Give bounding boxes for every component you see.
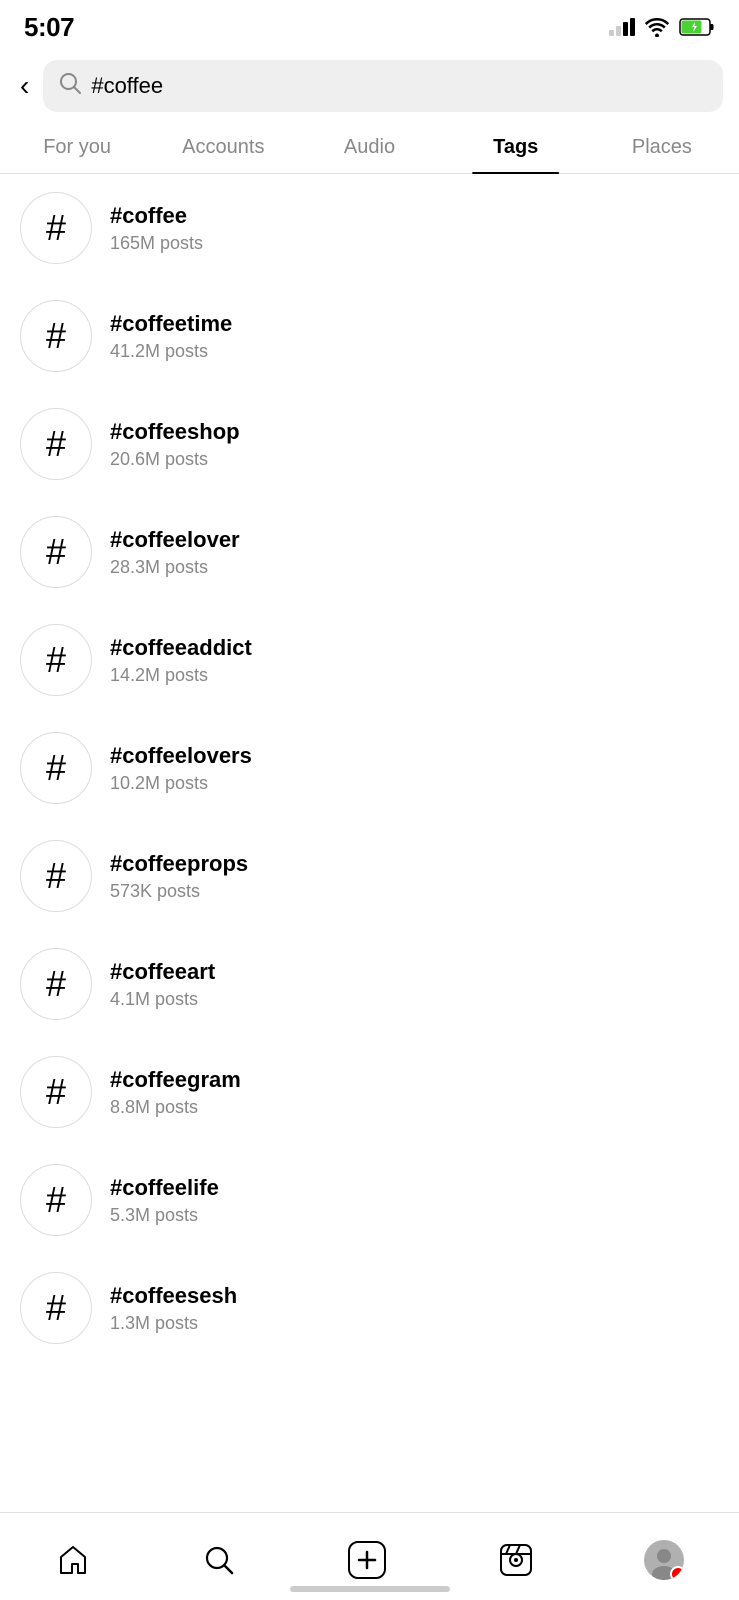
hashtag-avatar-7: # [20,948,92,1020]
back-button[interactable]: ‹ [16,68,33,104]
search-input-value: #coffee [91,73,163,99]
hash-icon: # [46,207,66,249]
hashtag-info-0: #coffee 165M posts [110,203,203,254]
nav-reels[interactable] [498,1542,534,1578]
hashtag-posts: 573K posts [110,881,248,902]
tab-audio[interactable]: Audio [296,122,442,173]
home-indicator [290,1586,450,1592]
hashtag-info-10: #coffeesesh 1.3M posts [110,1283,237,1334]
hashtag-item[interactable]: # #coffeesesh 1.3M posts [0,1254,739,1362]
tab-accounts[interactable]: Accounts [150,122,296,173]
hashtag-name: #coffee [110,203,203,229]
hashtag-info-4: #coffeeaddict 14.2M posts [110,635,252,686]
hashtag-name: #coffeeart [110,959,215,985]
hash-icon: # [46,747,66,789]
hashtag-posts: 14.2M posts [110,665,252,686]
tabs-bar: For you Accounts Audio Tags Places [0,122,739,174]
hashtag-avatar-0: # [20,192,92,264]
hashtag-item[interactable]: # #coffeeaddict 14.2M posts [0,606,739,714]
hashtag-info-6: #coffeeprops 573K posts [110,851,248,902]
hashtag-posts: 5.3M posts [110,1205,219,1226]
hashtag-item[interactable]: # #coffeelife 5.3M posts [0,1146,739,1254]
hashtag-posts: 4.1M posts [110,989,215,1010]
hashtag-item[interactable]: # #coffeetime 41.2M posts [0,282,739,390]
hashtag-item[interactable]: # #coffeeart 4.1M posts [0,930,739,1038]
hashtag-posts: 41.2M posts [110,341,232,362]
hashtag-avatar-8: # [20,1056,92,1128]
hash-icon: # [46,1179,66,1221]
hashtag-posts: 165M posts [110,233,203,254]
hashtag-name: #coffeelover [110,527,240,553]
hash-icon: # [46,531,66,573]
hash-icon: # [46,315,66,357]
hashtag-posts: 20.6M posts [110,449,240,470]
hashtag-item[interactable]: # #coffeeshop 20.6M posts [0,390,739,498]
hashtag-name: #coffeeprops [110,851,248,877]
search-header: ‹ #coffee [0,50,739,122]
hashtag-avatar-3: # [20,516,92,588]
hashtag-avatar-2: # [20,408,92,480]
hashtag-item[interactable]: # #coffeeprops 573K posts [0,822,739,930]
nav-profile[interactable] [644,1540,684,1580]
hash-icon: # [46,423,66,465]
hash-icon: # [46,1287,66,1329]
hashtag-name: #coffeeaddict [110,635,252,661]
profile-avatar [644,1540,684,1580]
hashtag-info-5: #coffeelovers 10.2M posts [110,743,252,794]
hashtag-posts: 1.3M posts [110,1313,237,1334]
hashtag-name: #coffeegram [110,1067,241,1093]
hashtag-avatar-10: # [20,1272,92,1344]
hashtag-info-3: #coffeelover 28.3M posts [110,527,240,578]
nav-home[interactable] [55,1542,91,1578]
hashtag-item[interactable]: # #coffeelover 28.3M posts [0,498,739,606]
tab-places[interactable]: Places [589,122,735,173]
hashtag-name: #coffeelife [110,1175,219,1201]
hashtag-name: #coffeesesh [110,1283,237,1309]
nav-add[interactable] [347,1540,387,1580]
battery-icon [679,17,715,37]
hashtag-posts: 28.3M posts [110,557,240,578]
hashtag-name: #coffeetime [110,311,232,337]
hashtag-posts: 10.2M posts [110,773,252,794]
hashtag-avatar-6: # [20,840,92,912]
hashtag-name: #coffeelovers [110,743,252,769]
hashtag-avatar-4: # [20,624,92,696]
status-icons [609,17,715,37]
hashtag-info-8: #coffeegram 8.8M posts [110,1067,241,1118]
hashtag-avatar-1: # [20,300,92,372]
hashtag-name: #coffeeshop [110,419,240,445]
hashtag-info-1: #coffeetime 41.2M posts [110,311,232,362]
hashtag-list: # #coffee 165M posts # #coffeetime 41.2M… [0,174,739,1452]
hash-icon: # [46,963,66,1005]
tab-tags[interactable]: Tags [443,122,589,173]
search-icon [59,72,81,100]
hash-icon: # [46,639,66,681]
wifi-icon [643,17,671,37]
hashtag-info-7: #coffeeart 4.1M posts [110,959,215,1010]
status-bar: 5:07 [0,0,739,50]
hashtag-item[interactable]: # #coffee 165M posts [0,174,739,282]
hashtag-avatar-5: # [20,732,92,804]
hash-icon: # [46,855,66,897]
hashtag-info-2: #coffeeshop 20.6M posts [110,419,240,470]
hashtag-item[interactable]: # #coffeelovers 10.2M posts [0,714,739,822]
tab-for-you[interactable]: For you [4,122,150,173]
signal-icon [609,18,635,36]
nav-search[interactable] [201,1542,237,1578]
hashtag-posts: 8.8M posts [110,1097,241,1118]
hash-icon: # [46,1071,66,1113]
hashtag-info-9: #coffeelife 5.3M posts [110,1175,219,1226]
hashtag-avatar-9: # [20,1164,92,1236]
hashtag-item[interactable]: # #coffeegram 8.8M posts [0,1038,739,1146]
search-bar[interactable]: #coffee [43,60,723,112]
status-time: 5:07 [24,12,74,43]
